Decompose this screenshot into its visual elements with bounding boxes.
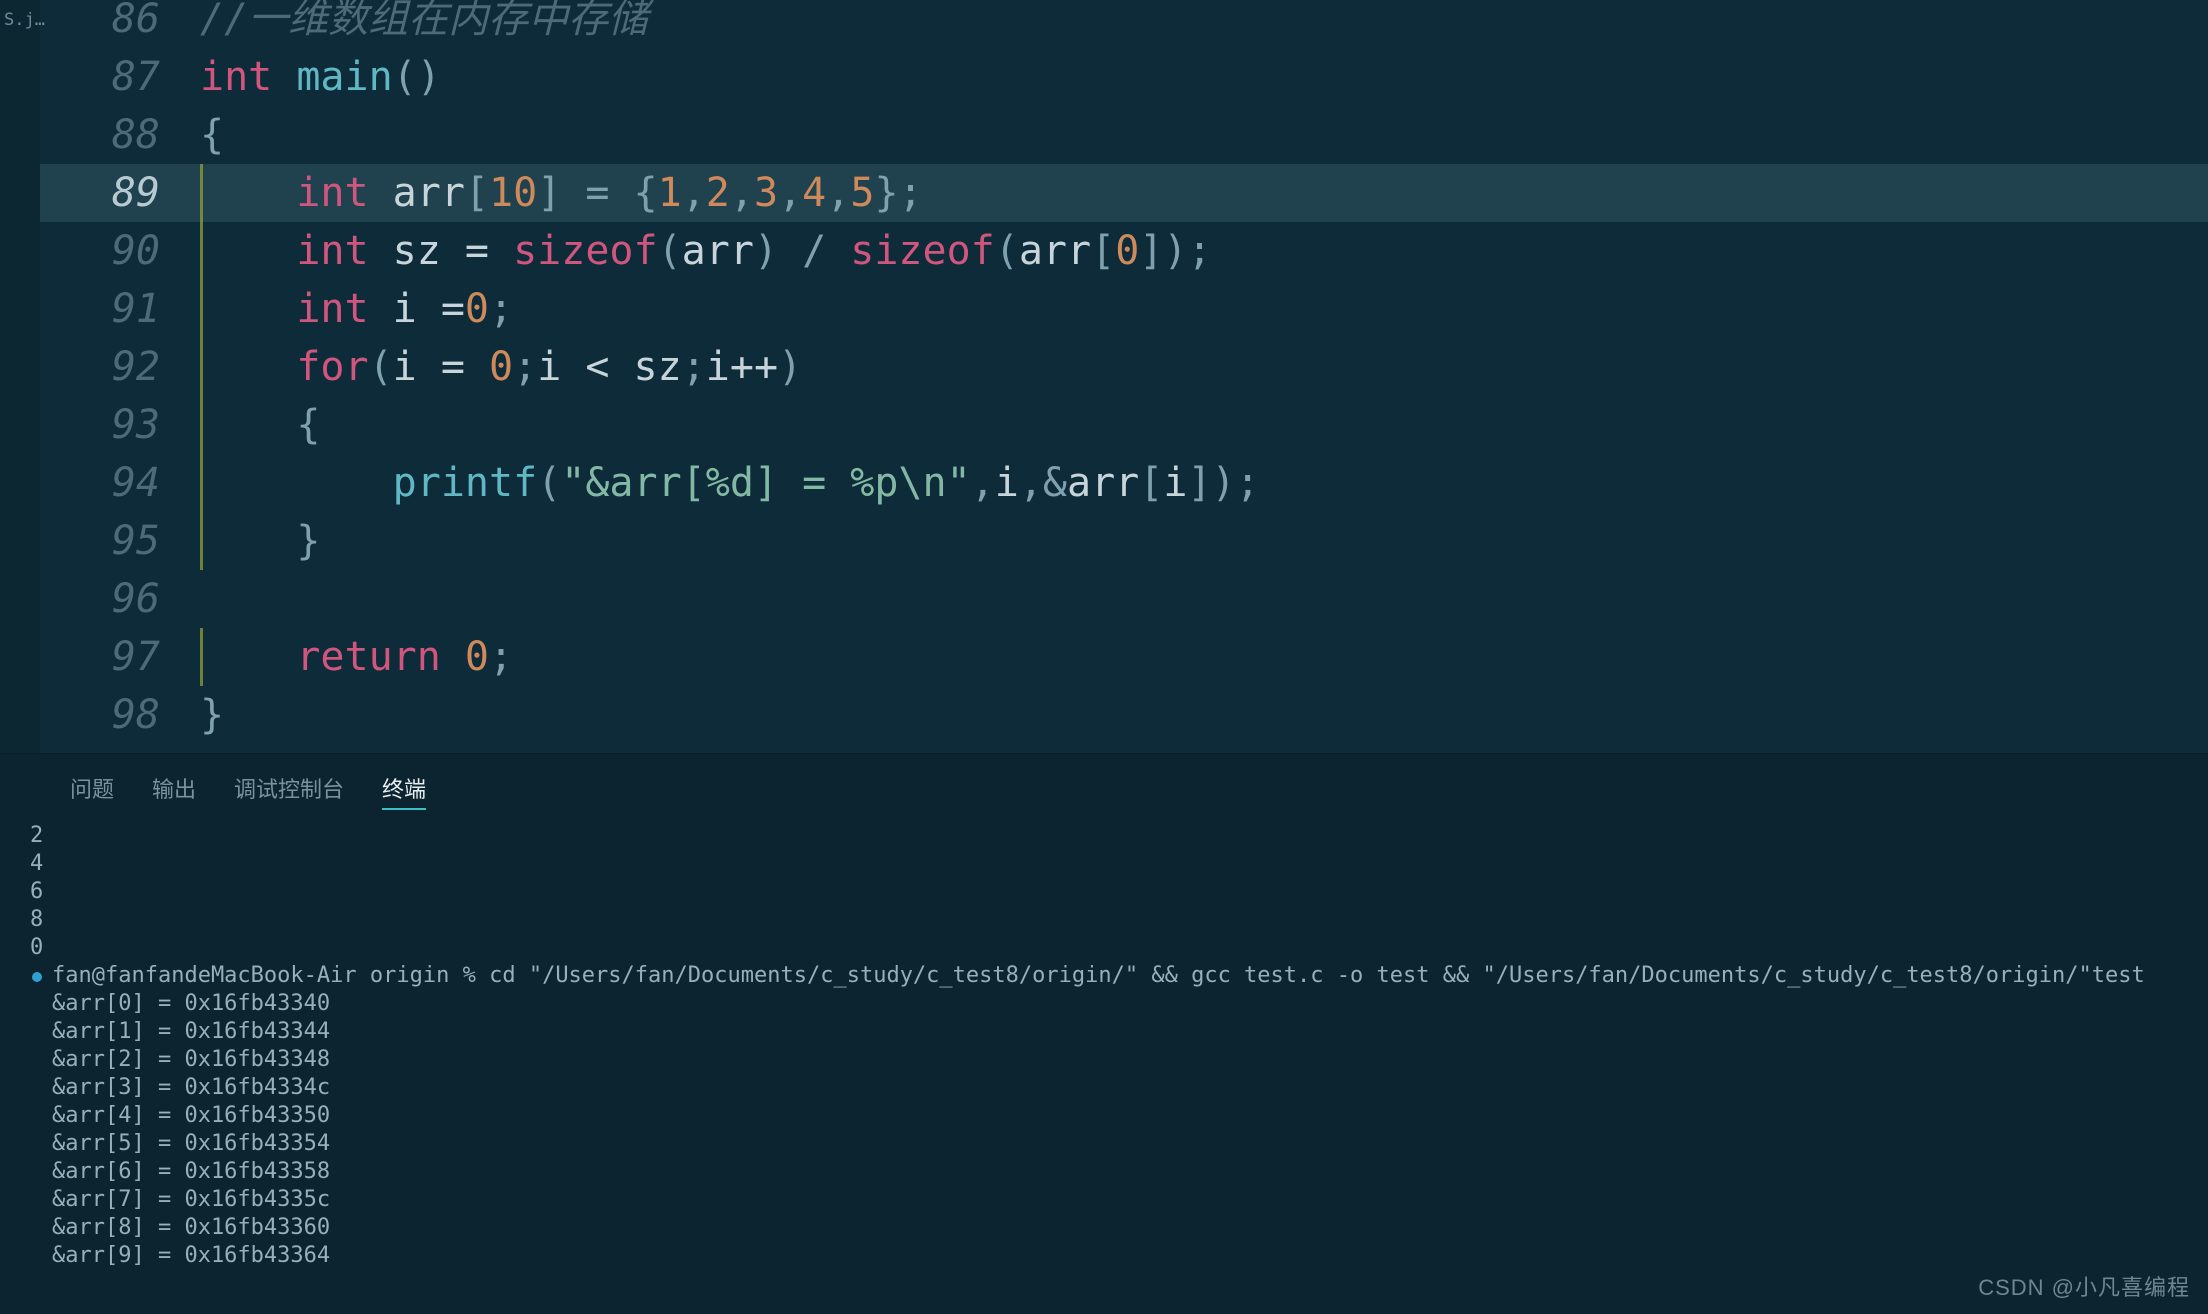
code-line[interactable]: 96 <box>40 570 2208 628</box>
code-text: //一维数组在内存中存储 <box>180 0 648 48</box>
code-line[interactable]: 93 { <box>40 396 2208 454</box>
line-number: 95 <box>40 512 180 570</box>
watermark: CSDN @小凡喜编程 <box>1978 1270 2190 1302</box>
code-text: } <box>180 512 320 570</box>
panel-tab-终端[interactable]: 终端 <box>382 768 426 810</box>
terminal-line: &arr[2] = 0x16fb43348 <box>30 1046 2178 1074</box>
code-text: { <box>180 396 320 454</box>
line-number: 88 <box>40 106 180 164</box>
terminal-line: 6 <box>30 878 2178 906</box>
code-text: } <box>180 686 224 744</box>
code-text: int sz = sizeof(arr) / sizeof(arr[0]); <box>180 222 1212 280</box>
line-number: 92 <box>40 338 180 396</box>
line-number: 97 <box>40 628 180 686</box>
code-line[interactable]: 89 int arr[10] = {1,2,3,4,5}; <box>40 164 2208 222</box>
code-line[interactable]: 95 } <box>40 512 2208 570</box>
code-line[interactable]: 86//一维数组在内存中存储 <box>40 0 2208 48</box>
terminal-output[interactable]: 24680fan@fanfandeMacBook-Air origin % cd… <box>0 818 2208 1314</box>
line-number: 89 <box>40 164 180 222</box>
terminal-line: &arr[6] = 0x16fb43358 <box>30 1158 2178 1186</box>
line-number: 98 <box>40 686 180 744</box>
terminal-prompt: fan@fanfandeMacBook-Air origin % cd "/Us… <box>30 962 2178 990</box>
terminal-line: &arr[0] = 0x16fb43340 <box>30 990 2178 1018</box>
terminal-line: &arr[9] = 0x16fb43364 <box>30 1242 2178 1270</box>
code-editor[interactable]: 86//一维数组在内存中存储87int main()88{89 int arr[… <box>40 0 2208 753</box>
code-text: for(i = 0;i < sz;i++) <box>180 338 802 396</box>
editor-area: S.j… 86//一维数组在内存中存储87int main()88{89 int… <box>0 0 2208 753</box>
code-line[interactable]: 92 for(i = 0;i < sz;i++) <box>40 338 2208 396</box>
terminal-line: 2 <box>30 822 2178 850</box>
code-line[interactable]: 90 int sz = sizeof(arr) / sizeof(arr[0])… <box>40 222 2208 280</box>
terminal-line: 8 <box>30 906 2178 934</box>
line-number: 91 <box>40 280 180 338</box>
line-number: 94 <box>40 454 180 512</box>
code-line[interactable]: 97 return 0; <box>40 628 2208 686</box>
bottom-panel: 问题输出调试控制台终端 24680fan@fanfandeMacBook-Air… <box>0 753 2208 1314</box>
code-line[interactable]: 94 printf("&arr[%d] = %p\n",i,&arr[i]); <box>40 454 2208 512</box>
terminal-line: &arr[5] = 0x16fb43354 <box>30 1130 2178 1158</box>
prompt-text: fan@fanfandeMacBook-Air origin % cd "/Us… <box>52 962 2178 990</box>
line-number: 86 <box>40 0 180 48</box>
terminal-line: &arr[4] = 0x16fb43350 <box>30 1102 2178 1130</box>
code-text: int main() <box>180 48 441 106</box>
code-line[interactable]: 98} <box>40 686 2208 744</box>
terminal-line: &arr[8] = 0x16fb43360 <box>30 1214 2178 1242</box>
code-line[interactable]: 91 int i =0; <box>40 280 2208 338</box>
terminal-line: &arr[1] = 0x16fb43344 <box>30 1018 2178 1046</box>
code-text: int arr[10] = {1,2,3,4,5}; <box>180 164 923 222</box>
panel-tab-调试控制台[interactable]: 调试控制台 <box>234 768 344 810</box>
prompt-dot-icon <box>32 972 42 982</box>
terminal-line: 4 <box>30 850 2178 878</box>
code-line[interactable]: 87int main() <box>40 48 2208 106</box>
open-editors-sidebar: S.j… <box>0 0 40 753</box>
panel-tab-问题[interactable]: 问题 <box>70 768 114 810</box>
code-text: int i =0; <box>180 280 513 338</box>
code-line[interactable]: 88{ <box>40 106 2208 164</box>
panel-tab-输出[interactable]: 输出 <box>152 768 196 810</box>
line-number: 87 <box>40 48 180 106</box>
terminal-line: 0 <box>30 934 2178 962</box>
code-text: { <box>180 106 224 164</box>
terminal-line: &arr[7] = 0x16fb4335c <box>30 1186 2178 1214</box>
line-number: 90 <box>40 222 180 280</box>
panel-tabs: 问题输出调试控制台终端 <box>0 754 2208 818</box>
line-number: 93 <box>40 396 180 454</box>
code-text: printf("&arr[%d] = %p\n",i,&arr[i]); <box>180 454 1260 512</box>
sidebar-tab[interactable]: S.j… <box>0 6 40 34</box>
code-text: return 0; <box>180 628 513 686</box>
line-number: 96 <box>40 570 180 628</box>
terminal-line: &arr[3] = 0x16fb4334c <box>30 1074 2178 1102</box>
